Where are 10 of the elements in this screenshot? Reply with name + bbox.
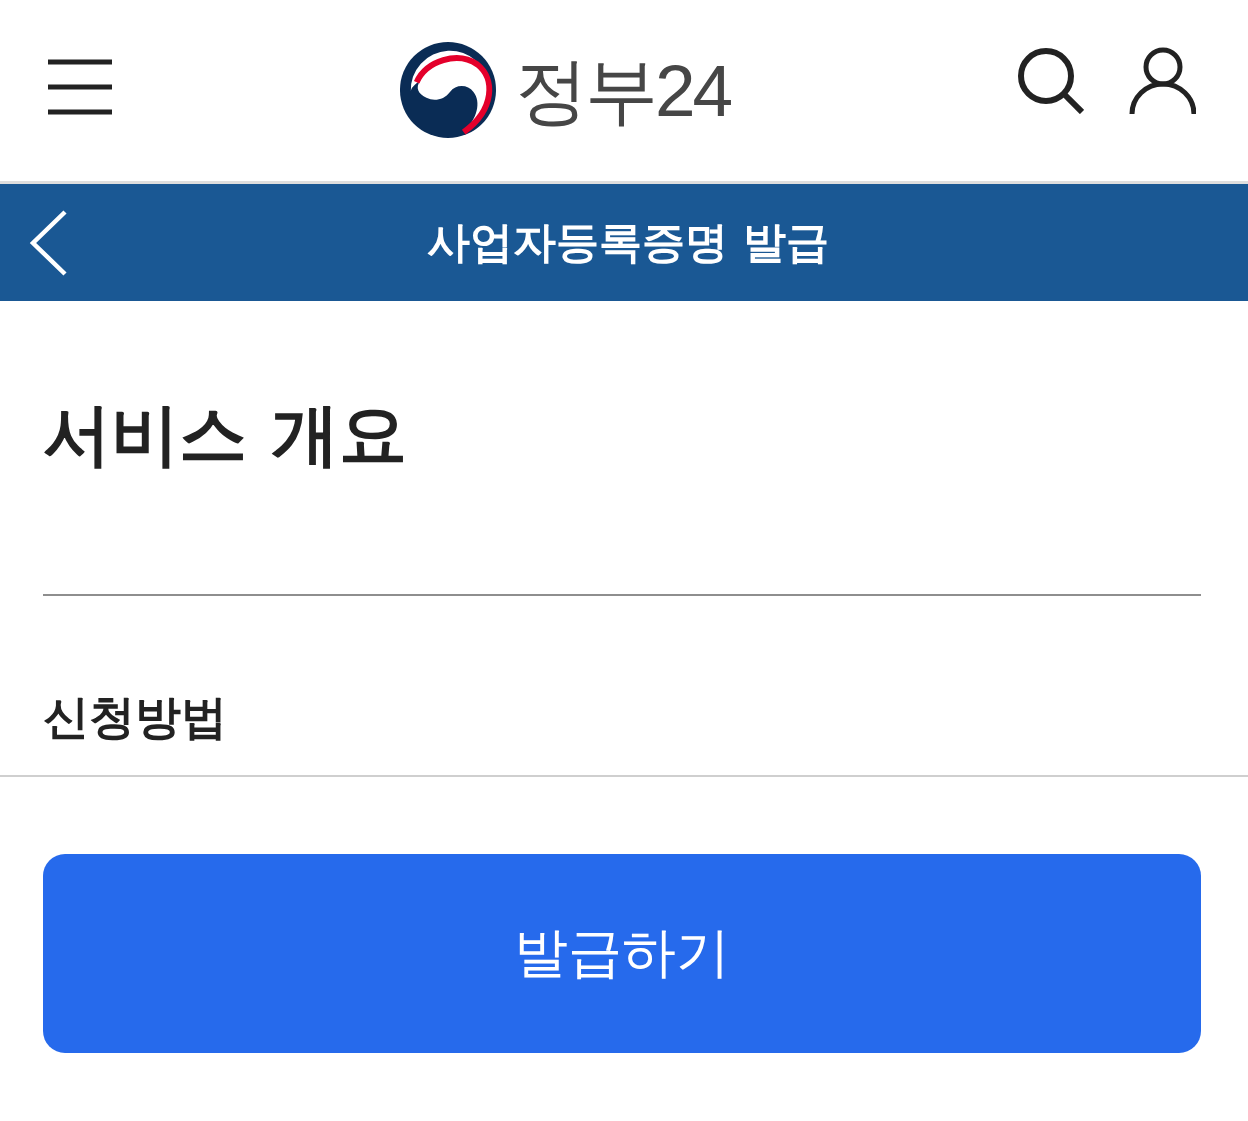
section-heading: 신청방법	[43, 689, 227, 745]
home-logo-link[interactable]: 정부24	[399, 41, 731, 139]
menu-icon[interactable]	[48, 59, 112, 115]
logo-icon	[399, 41, 497, 139]
search-icon[interactable]	[1016, 46, 1084, 114]
person-icon[interactable]	[1128, 46, 1196, 114]
page-title: 사업자등록증명 발급	[426, 216, 829, 269]
section-heading: 서비스 개요	[43, 395, 407, 475]
chevron-left-icon[interactable]	[28, 208, 68, 277]
issue-button[interactable]: 발급하기	[43, 854, 1201, 1053]
